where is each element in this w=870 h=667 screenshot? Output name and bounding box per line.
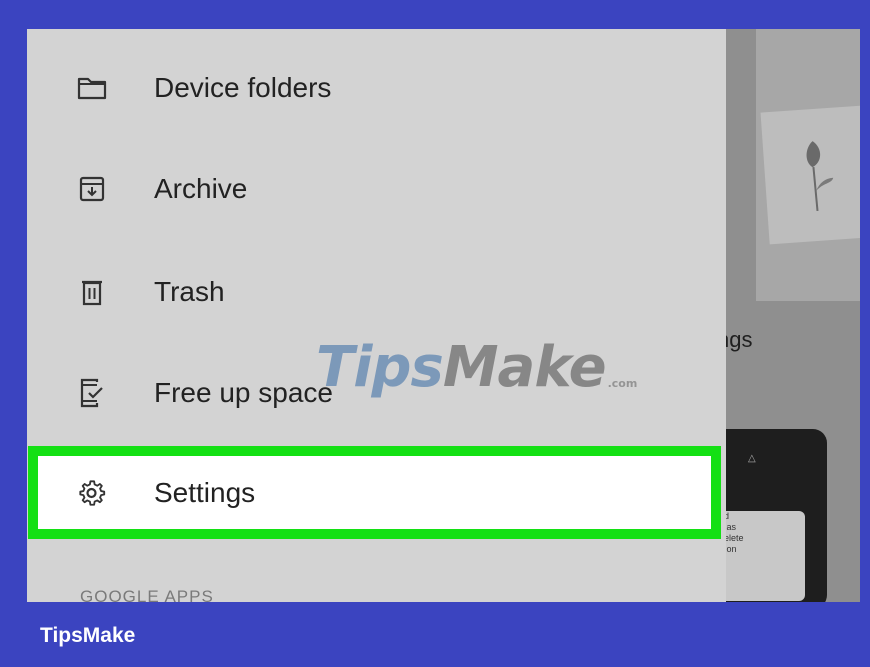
drawer-item-archive[interactable]: Archive — [27, 139, 726, 239]
section-header: GOOGLE APPS — [80, 587, 214, 602]
footer-bar: TipsMake — [0, 602, 870, 667]
navigation-drawer: Device folders Archive Trash Free up spa… — [27, 29, 726, 602]
watermark-part2: Make — [442, 335, 607, 400]
card-line: d on — [719, 544, 737, 554]
footer-brand: TipsMake — [40, 624, 136, 647]
folder-icon — [77, 73, 107, 103]
free-up-space-icon — [77, 378, 107, 408]
flower-icon — [806, 141, 834, 212]
drawer-item-device-folders[interactable]: Device folders — [27, 38, 726, 138]
photo-thumbnail[interactable] — [760, 105, 860, 245]
archive-icon — [77, 174, 107, 204]
warning-icon: △ — [748, 453, 756, 464]
drawer-item-settings[interactable]: Settings — [27, 443, 726, 543]
drawer-item-label: Settings — [154, 477, 256, 508]
gear-icon — [77, 478, 107, 508]
drawer-item-label: Trash — [154, 276, 225, 307]
card-line: n as — [719, 522, 737, 532]
background-card-text: nd n as delete d on — [713, 511, 805, 601]
drawer-item-label: Archive — [154, 173, 248, 204]
card-line: delete — [719, 533, 744, 543]
drawer-item-label: Free up space — [154, 377, 333, 408]
trash-icon — [77, 277, 107, 307]
watermark-logo: Tips Make .com — [316, 335, 637, 400]
app-screen: ngs △ nd n as delete d on Device folders — [27, 29, 860, 602]
drawer-item-trash[interactable]: Trash — [27, 242, 726, 342]
drawer-item-label: Device folders — [154, 72, 332, 103]
watermark-suffix: .com — [607, 377, 638, 390]
watermark-part1: Tips — [316, 335, 444, 400]
card-line: nd — [713, 511, 805, 522]
